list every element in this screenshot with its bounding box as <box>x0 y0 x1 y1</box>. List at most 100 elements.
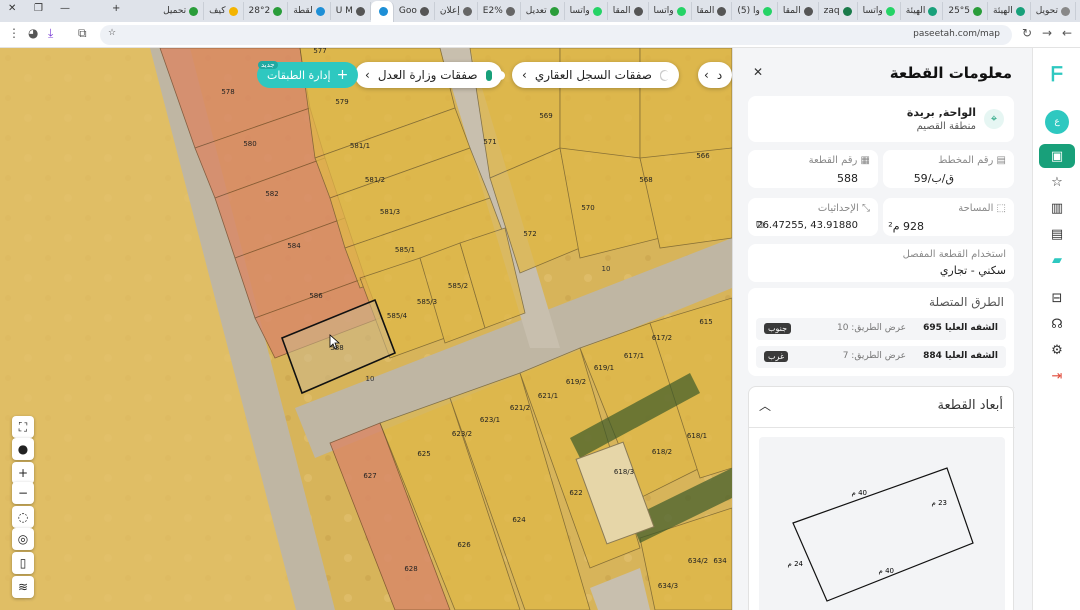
dim-top: 40 م <box>852 489 867 497</box>
chevron-left-icon: ‹ <box>704 68 709 82</box>
new-tab-icon[interactable]: + <box>112 3 120 14</box>
chart-icon[interactable]: ▥ <box>1045 196 1069 220</box>
tab-favicon-icon <box>355 6 365 16</box>
map-canvas[interactable]: 577 578 579 580 581/1 581/2 581/3 582 584 585/1 58… <box>0 48 732 610</box>
settings-icon[interactable]: ⚙ <box>1045 338 1069 362</box>
browser-tab[interactable]: تحويل <box>1031 2 1076 20</box>
dim-bottom: 40 م <box>879 567 894 575</box>
tab-title: المقا <box>696 6 715 16</box>
tab-favicon-icon <box>378 7 388 16</box>
restore-window-icon[interactable]: ❐ <box>34 3 43 14</box>
browser-tab[interactable]: zaq <box>819 2 858 20</box>
parcel-label: 585/4 <box>387 312 408 320</box>
browser-tab[interactable]: الهيئة <box>901 2 944 20</box>
extensions-puzzle-icon[interactable]: ⧉ <box>78 26 87 41</box>
parcel-label: 617/2 <box>652 334 672 342</box>
locate-icon[interactable]: ◎ <box>12 528 34 550</box>
chevron-left-icon: ‹ <box>522 68 527 82</box>
parcel-label: 585/2 <box>448 282 468 290</box>
support-icon[interactable]: ☊ <box>1045 312 1069 336</box>
parcel-label: 579 <box>335 98 348 106</box>
pill-registry-deals[interactable]: ‹ صفقات السجل العقاري <box>512 62 679 88</box>
logout-icon[interactable]: ⇥ <box>1045 364 1069 388</box>
pill-justice-deals[interactable]: ‹ صفقات وزارة العدل <box>355 62 507 88</box>
download-icon[interactable]: ⤓ <box>48 26 53 41</box>
browser-tab[interactable]: لقطة <box>288 2 331 20</box>
document-icon[interactable]: ▤ <box>1045 222 1069 246</box>
browser-tab[interactable]: Goo <box>394 2 435 20</box>
browser-tab[interactable]: U M <box>331 2 371 20</box>
parcel-label: 617/1 <box>624 352 644 360</box>
zoom-out-icon[interactable]: − <box>12 482 34 504</box>
tab-title: E2% <box>482 6 503 16</box>
browser-tab[interactable]: المقا <box>608 2 649 20</box>
pill-more[interactable]: ‹ د <box>698 62 732 88</box>
parcel-label: 572 <box>523 230 536 238</box>
bookmark-star-icon[interactable]: ☆ <box>108 28 116 38</box>
parcel-label: 578 <box>221 88 234 96</box>
browser-tab[interactable]: تعديل <box>521 2 565 20</box>
map-icon: ▦ <box>857 155 870 166</box>
tab-favicon-icon <box>273 6 283 16</box>
toggle-justice[interactable] <box>485 69 507 81</box>
plan-number-value: ق/ب/59 <box>913 172 954 185</box>
browser-tab[interactable]: تحميل <box>158 2 205 20</box>
browser-tab[interactable]: كيف <box>204 2 244 20</box>
tab-title: U M <box>335 6 353 16</box>
browser-tab[interactable]: الهيئة <box>988 2 1031 20</box>
url-input[interactable]: ☆ paseetah.com/map <box>100 25 1012 45</box>
browser-tab[interactable] <box>370 1 394 22</box>
zoom-in-icon[interactable]: + <box>12 462 34 484</box>
toggle-registry[interactable] <box>659 69 671 81</box>
browser-tab[interactable]: واتسا <box>649 2 692 20</box>
reload-icon[interactable]: ↻ <box>1022 26 1032 40</box>
browser-tab[interactable]: إعلان <box>435 2 478 20</box>
parcel-label: 623/2 <box>452 430 472 438</box>
browser-tab[interactable]: E2% <box>478 2 521 20</box>
map-info-icon[interactable]: ▣ <box>1039 144 1075 168</box>
parcel-label: 580 <box>243 140 256 148</box>
star-icon[interactable]: ☆ <box>1045 170 1069 194</box>
browser-tab[interactable]: (5) وا <box>732 2 778 20</box>
extension-icon[interactable]: ◕ <box>28 26 38 40</box>
rotate-icon[interactable]: ◌ <box>12 506 34 528</box>
back-icon[interactable]: ← <box>1062 26 1072 40</box>
parcel-label: 634 <box>713 557 727 565</box>
promo-icon[interactable]: ▰ <box>1045 248 1069 272</box>
browser-tab[interactable]: المقا <box>778 2 819 20</box>
minimize-window-icon[interactable]: — <box>60 3 70 14</box>
menu-icon[interactable]: ⋮ <box>8 26 20 40</box>
drop-icon[interactable]: ● <box>12 438 34 460</box>
panel-title: معلومات القطعة <box>889 64 1012 82</box>
plan-number-label: ▤ رقم المخطط <box>938 155 1006 166</box>
parcel-label: 624 <box>512 516 526 524</box>
satellite-map[interactable]: 577 578 579 580 581/1 581/2 581/3 582 584 585/1 58… <box>0 48 732 610</box>
tab-favicon-icon <box>633 6 643 16</box>
browser-tab[interactable]: واتسا <box>565 2 608 20</box>
tab-title: تحويل <box>1035 6 1058 16</box>
parcel-label: 585/3 <box>417 298 437 306</box>
parcel-label: 615 <box>699 318 712 326</box>
tab-title: الهيئة <box>993 6 1013 16</box>
fullscreen-icon[interactable]: ⛶ <box>12 416 34 438</box>
browser-tab[interactable]: واتسا <box>858 2 901 20</box>
tab-favicon-icon <box>803 6 813 16</box>
tab-title: المقا <box>612 6 631 16</box>
basket-icon[interactable]: ⊟ <box>1045 286 1069 310</box>
copy-icon[interactable]: ⧉ <box>756 218 764 232</box>
forward-icon[interactable]: → <box>1042 26 1052 40</box>
browser-tab[interactable]: 28°2 <box>244 2 289 20</box>
browser-tab[interactable]: المقا <box>692 2 733 20</box>
close-icon[interactable]: ✕ <box>753 65 763 79</box>
chevron-up-icon[interactable]: ︿ <box>759 397 771 414</box>
tab-title: إعلان <box>439 6 460 16</box>
parcel-label: 634/3 <box>658 582 678 590</box>
browser-tab[interactable]: 25°5 <box>943 2 989 20</box>
road-direction-badge: جنوب <box>764 323 792 334</box>
road-direction-badge: غرب <box>764 351 789 362</box>
ruler-icon[interactable]: ▯ <box>12 552 34 574</box>
close-window-icon[interactable]: ✕ <box>8 3 16 14</box>
layers-icon[interactable]: ≋ <box>12 576 34 598</box>
tab-favicon-icon <box>717 6 727 16</box>
avatar[interactable]: ع <box>1045 110 1069 134</box>
